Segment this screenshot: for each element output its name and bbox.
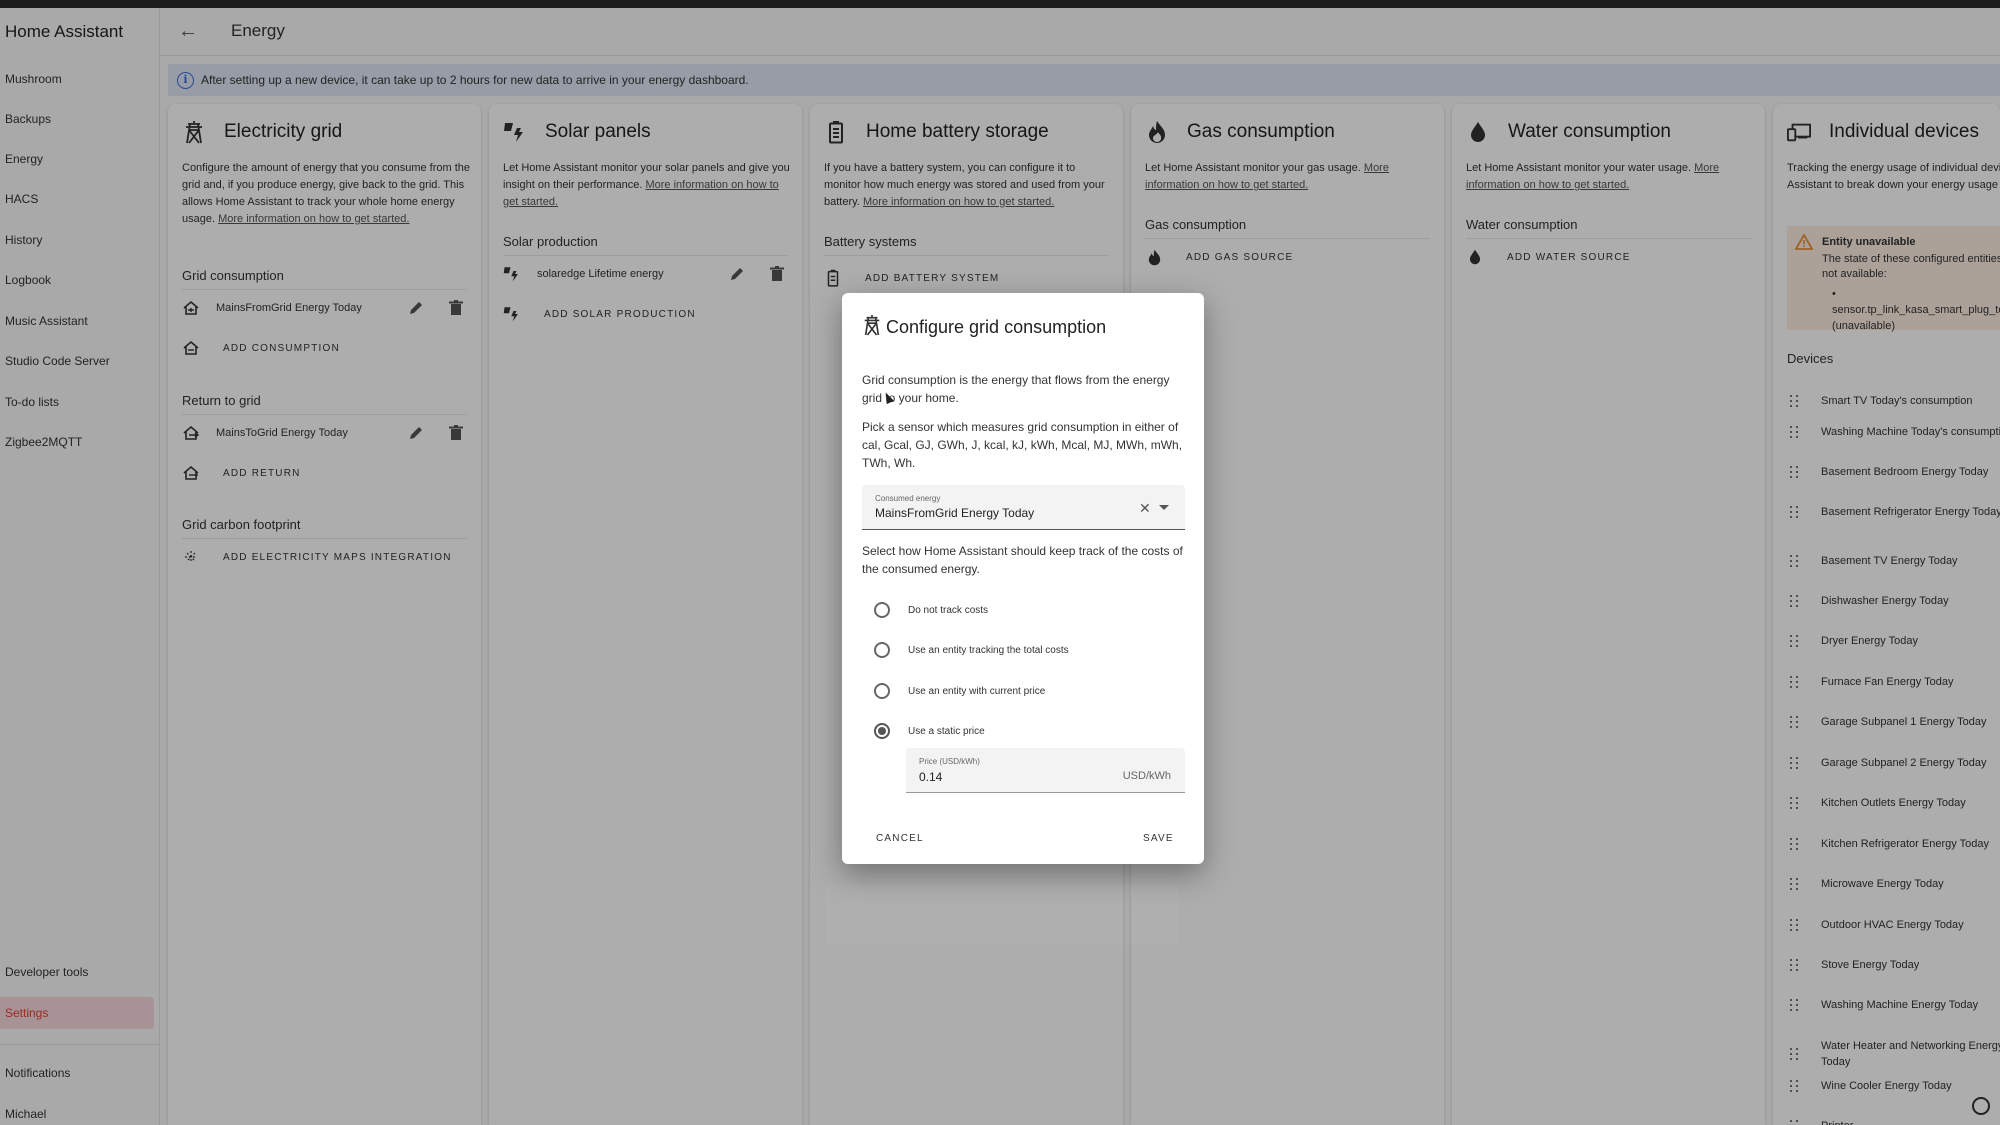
radio-label: Use an entity tracking the total costs bbox=[908, 644, 1069, 656]
radio-circle[interactable] bbox=[874, 683, 890, 699]
transmission-tower-icon bbox=[862, 313, 882, 342]
dialog-intro-text: Grid consumption is the energy that flow… bbox=[862, 373, 1170, 405]
cancel-button[interactable]: CANCEL bbox=[876, 833, 924, 844]
chevron-down-icon[interactable] bbox=[1159, 505, 1169, 510]
radio-static-price[interactable]: Use a static price bbox=[874, 723, 985, 739]
dialog-sensor-text: Pick a sensor which measures grid consum… bbox=[862, 420, 1183, 470]
radio-entity-total-costs[interactable]: Use an entity tracking the total costs bbox=[874, 642, 1069, 658]
clear-icon[interactable]: ✕ bbox=[1139, 500, 1151, 517]
radio-label: Do not track costs bbox=[908, 604, 989, 616]
radio-entity-current-price[interactable]: Use an entity with current price bbox=[874, 683, 1045, 699]
radio-circle[interactable] bbox=[874, 602, 890, 618]
radio-circle-selected[interactable] bbox=[874, 723, 890, 739]
radio-do-not-track-costs[interactable]: Do not track costs bbox=[874, 602, 988, 618]
consumed-energy-value: MainsFromGrid Energy Today bbox=[875, 506, 1035, 520]
radio-label: Use an entity with current price bbox=[908, 685, 1046, 697]
price-input[interactable]: Price (USD/kWh) 0.14 USD/kWh bbox=[906, 748, 1185, 793]
dialog-title: Configure grid consumption bbox=[886, 317, 1107, 337]
dialog-cost-text: Select how Home Assistant should keep tr… bbox=[862, 544, 1183, 576]
price-value: 0.14 bbox=[919, 770, 943, 784]
consumed-energy-label: Consumed energy bbox=[875, 494, 941, 503]
radio-circle[interactable] bbox=[874, 642, 890, 658]
price-label: Price (USD/kWh) bbox=[919, 757, 980, 766]
radio-label: Use a static price bbox=[908, 725, 985, 737]
consumed-energy-select[interactable]: Consumed energy MainsFromGrid Energy Tod… bbox=[862, 485, 1185, 530]
configure-grid-consumption-dialog: Configure grid consumption Grid consumpt… bbox=[842, 293, 1204, 864]
price-suffix: USD/kWh bbox=[1122, 770, 1171, 782]
save-button[interactable]: SAVE bbox=[1143, 833, 1174, 844]
assist-icon[interactable] bbox=[1972, 1097, 1990, 1115]
media-controls-ghost bbox=[826, 885, 1178, 945]
